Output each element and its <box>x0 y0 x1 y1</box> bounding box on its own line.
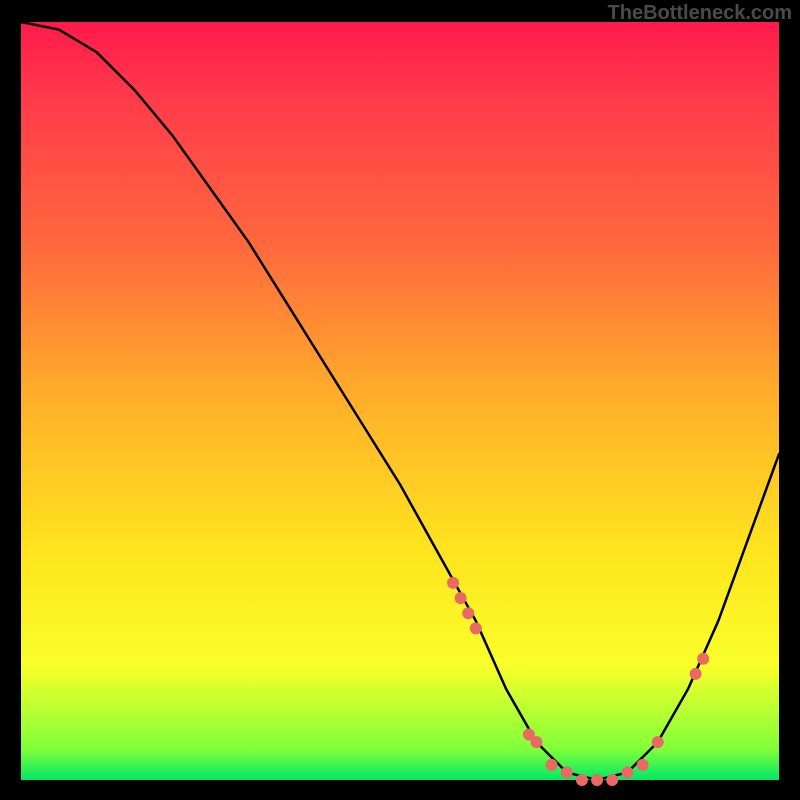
watermark-text: TheBottleneck.com <box>608 2 792 25</box>
highlight-dot <box>697 653 709 665</box>
plot-area <box>21 22 779 780</box>
highlight-dot <box>455 592 467 604</box>
highlight-dot <box>652 736 664 748</box>
highlight-dot <box>447 577 459 589</box>
highlight-dot <box>591 774 603 786</box>
highlight-dot <box>462 607 474 619</box>
curve-layer <box>21 22 779 780</box>
highlight-dot <box>530 736 542 748</box>
highlight-dot <box>576 774 588 786</box>
highlight-dot <box>637 759 649 771</box>
bottleneck-curve <box>21 22 779 780</box>
highlight-dot <box>561 766 573 778</box>
highlight-dot <box>690 668 702 680</box>
highlight-dot <box>546 759 558 771</box>
highlight-dot <box>606 774 618 786</box>
chart-container: TheBottleneck.com <box>0 0 800 800</box>
highlight-dot <box>621 766 633 778</box>
highlight-dots <box>447 577 709 786</box>
highlight-dot <box>470 622 482 634</box>
